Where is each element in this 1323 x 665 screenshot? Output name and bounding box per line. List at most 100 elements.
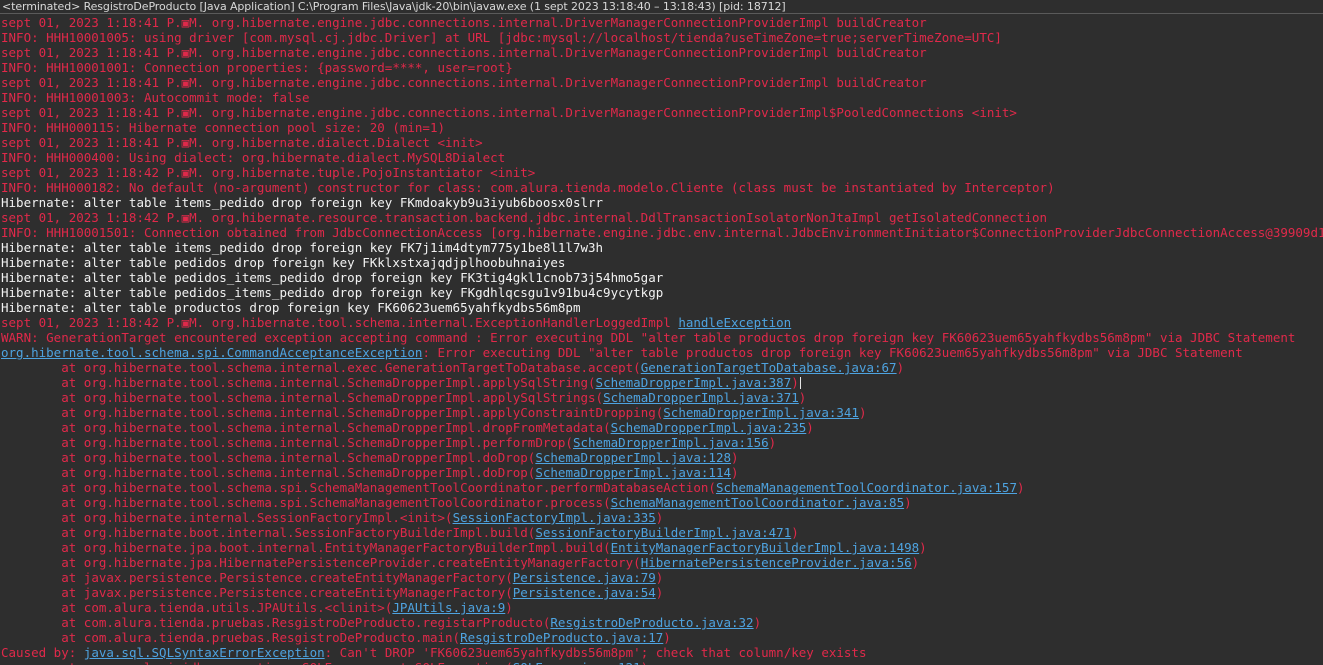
console-text: at com.alura.tienda.pruebas.ResgistroDeP… (1, 615, 551, 630)
console-line: org.hibernate.tool.schema.spi.CommandAcc… (1, 345, 1323, 360)
stack-trace-link[interactable]: SessionFactoryImpl.java:335 (453, 510, 656, 525)
console-line: at org.hibernate.tool.schema.internal.Sc… (1, 420, 1323, 435)
console-line: sept 01, 2023 1:18:41 P.▣M. org.hibernat… (1, 135, 1323, 150)
console-line: at org.hibernate.tool.schema.internal.Sc… (1, 450, 1323, 465)
console-line: at org.hibernate.tool.schema.internal.Sc… (1, 390, 1323, 405)
console-line: INFO: HHH10001501: Connection obtained f… (1, 225, 1323, 240)
stack-trace-link[interactable]: JPAUtils.java:9 (392, 600, 505, 615)
console-text: at org.hibernate.jpa.boot.internal.Entit… (1, 540, 611, 555)
stack-trace-link[interactable]: SchemaDropperImpl.java:387 (596, 375, 792, 390)
console-text: INFO: HHH000115: Hibernate connection po… (1, 120, 446, 135)
console-text: Hibernate: alter table items_pedido drop… (1, 195, 604, 210)
console-text: : Can't DROP 'FK60623uem65yahfkydbs56m8p… (324, 645, 867, 660)
console-text: sept 01, 2023 1:18:41 P.▣M. org.hibernat… (1, 45, 927, 60)
console-text: at org.hibernate.tool.schema.internal.Sc… (1, 450, 536, 465)
stack-trace-link[interactable]: org.hibernate.tool.schema.spi.CommandAcc… (1, 345, 422, 360)
console-text: at org.hibernate.tool.schema.internal.ex… (1, 360, 641, 375)
stack-trace-link[interactable]: ResgistroDeProducto.java:17 (460, 630, 663, 645)
console-line: at com.alura.tienda.pruebas.ResgistroDeP… (1, 630, 1323, 645)
stack-trace-link[interactable]: GenerationTargetToDatabase.java:67 (641, 360, 897, 375)
console-text: INFO: HHH10001003: Autocommit mode: fals… (1, 90, 310, 105)
console-text: sept 01, 2023 1:18:41 P.▣M. org.hibernat… (1, 75, 927, 90)
console-text: ) (791, 525, 799, 540)
console-text: INFO: HHH000182: No default (no-argument… (1, 180, 1055, 195)
console-text: ) (663, 630, 671, 645)
console-text: Hibernate: alter table items_pedido drop… (1, 240, 604, 255)
console-line: at com.mysql.cj.jdbc.exceptions.SQLError… (1, 660, 1323, 665)
console-line: at org.hibernate.tool.schema.internal.Sc… (1, 435, 1323, 450)
console-text: ) (919, 540, 927, 555)
console-text: at com.mysql.cj.jdbc.exceptions.SQLError… (1, 660, 513, 665)
stack-trace-link[interactable]: java.sql.SQLSyntaxErrorException (84, 645, 325, 660)
console-line: WARN: GenerationTarget encountered excep… (1, 330, 1323, 345)
stack-trace-link[interactable]: SchemaDropperImpl.java:156 (573, 435, 769, 450)
console-text: at javax.persistence.Persistence.createE… (1, 585, 513, 600)
stack-trace-link[interactable]: handleException (678, 315, 791, 330)
console-line: INFO: HHH000400: Using dialect: org.hibe… (1, 150, 1323, 165)
console-output-pane[interactable]: sept 01, 2023 1:18:41 P.▣M. org.hibernat… (0, 15, 1323, 665)
console-line: INFO: HHH000182: No default (no-argument… (1, 180, 1323, 195)
console-text: sept 01, 2023 1:18:42 P.▣M. org.hibernat… (1, 210, 1048, 225)
console-line: sept 01, 2023 1:18:41 P.▣M. org.hibernat… (1, 105, 1323, 120)
console-text: ) (655, 585, 664, 600)
stack-trace-link[interactable]: SchemaManagementToolCoordinator.java:85 (611, 495, 905, 510)
console-line: Caused by: java.sql.SQLSyntaxErrorExcept… (1, 645, 1323, 660)
eclipse-console-window: <terminated> ResgistroDeProducto [Java A… (0, 0, 1323, 665)
console-line: at org.hibernate.tool.schema.internal.ex… (1, 360, 1323, 375)
stack-trace-link[interactable]: SessionFactoryBuilderImpl.java:471 (535, 525, 791, 540)
console-line: Hibernate: alter table pedidos drop fore… (1, 255, 1323, 270)
console-line: at org.hibernate.tool.schema.spi.SchemaM… (1, 495, 1323, 510)
console-line: at com.alura.tienda.pruebas.ResgistroDeP… (1, 615, 1323, 630)
console-text: ) (911, 555, 920, 570)
console-text: at org.hibernate.tool.schema.internal.Sc… (1, 390, 604, 405)
console-text: ) (798, 390, 807, 405)
console-text: ) (904, 495, 912, 510)
stack-trace-link[interactable]: SchemaDropperImpl.java:341 (663, 405, 859, 420)
stack-trace-link[interactable]: Persistence.java:54 (513, 585, 656, 600)
console-title-bar: <terminated> ResgistroDeProducto [Java A… (0, 0, 1323, 14)
console-text: at org.hibernate.jpa.HibernatePersistenc… (1, 555, 641, 570)
stack-trace-link[interactable]: SchemaDropperImpl.java:235 (611, 420, 807, 435)
console-text: ) (806, 420, 814, 435)
stack-trace-link[interactable]: SchemaDropperImpl.java:128 (535, 450, 731, 465)
console-text: : Error executing DDL "alter table produ… (422, 345, 1243, 360)
stack-trace-link[interactable]: SchemaDropperImpl.java:371 (603, 390, 799, 405)
stack-trace-link[interactable]: SchemaManagementToolCoordinator.java:157 (716, 480, 1017, 495)
console-text: INFO: HHH10001001: Connection properties… (1, 60, 513, 75)
console-text: Hibernate: alter table pedidos drop fore… (1, 255, 566, 270)
console-text: sept 01, 2023 1:18:41 P.▣M. org.hibernat… (1, 105, 1017, 120)
console-text: ) (753, 615, 762, 630)
console-line: at org.hibernate.tool.schema.internal.Sc… (1, 405, 1323, 420)
stack-trace-link[interactable]: SQLError.java:121 (513, 660, 641, 665)
stack-trace-link[interactable]: ResgistroDeProducto.java:32 (550, 615, 753, 630)
stack-trace-link[interactable]: SchemaDropperImpl.java:114 (535, 465, 731, 480)
console-text: Hibernate: alter table pedidos_items_ped… (1, 270, 664, 285)
console-line: sept 01, 2023 1:18:42 P.▣M. org.hibernat… (1, 315, 1323, 330)
console-text: at javax.persistence.Persistence.createE… (1, 570, 513, 585)
console-text: at org.hibernate.tool.schema.internal.Sc… (1, 420, 611, 435)
console-line: INFO: HHH000115: Hibernate connection po… (1, 120, 1323, 135)
console-text: at org.hibernate.tool.schema.spi.SchemaM… (1, 495, 611, 510)
console-text: ) (655, 570, 664, 585)
console-text: sept 01, 2023 1:18:41 P.▣M. org.hibernat… (1, 135, 483, 150)
console-line: at org.hibernate.tool.schema.internal.Sc… (1, 465, 1323, 480)
console-text: ) (1016, 480, 1025, 495)
console-line: at javax.persistence.Persistence.createE… (1, 570, 1323, 585)
console-title-text: <terminated> ResgistroDeProducto [Java A… (2, 0, 786, 13)
console-text: at org.hibernate.tool.schema.internal.Sc… (1, 405, 664, 420)
console-text: ) (768, 435, 777, 450)
console-line: at org.hibernate.jpa.HibernatePersistenc… (1, 555, 1323, 570)
console-line: at org.hibernate.tool.schema.internal.Sc… (1, 375, 1323, 390)
console-line: Hibernate: alter table productos drop fo… (1, 300, 1323, 315)
console-text: ) (791, 375, 799, 390)
stack-trace-link[interactable]: EntityManagerFactoryBuilderImpl.java:149… (611, 540, 920, 555)
stack-trace-link[interactable]: HibernatePersistenceProvider.java:56 (641, 555, 912, 570)
stack-trace-link[interactable]: Persistence.java:79 (513, 570, 656, 585)
console-text: ) (731, 465, 739, 480)
console-text: ) (858, 405, 867, 420)
console-line: Hibernate: alter table items_pedido drop… (1, 240, 1323, 255)
console-text: INFO: HHH000400: Using dialect: org.hibe… (1, 150, 506, 165)
console-line: sept 01, 2023 1:18:41 P.▣M. org.hibernat… (1, 75, 1323, 90)
console-text: ) (896, 360, 905, 375)
console-line: Hibernate: alter table items_pedido drop… (1, 195, 1323, 210)
